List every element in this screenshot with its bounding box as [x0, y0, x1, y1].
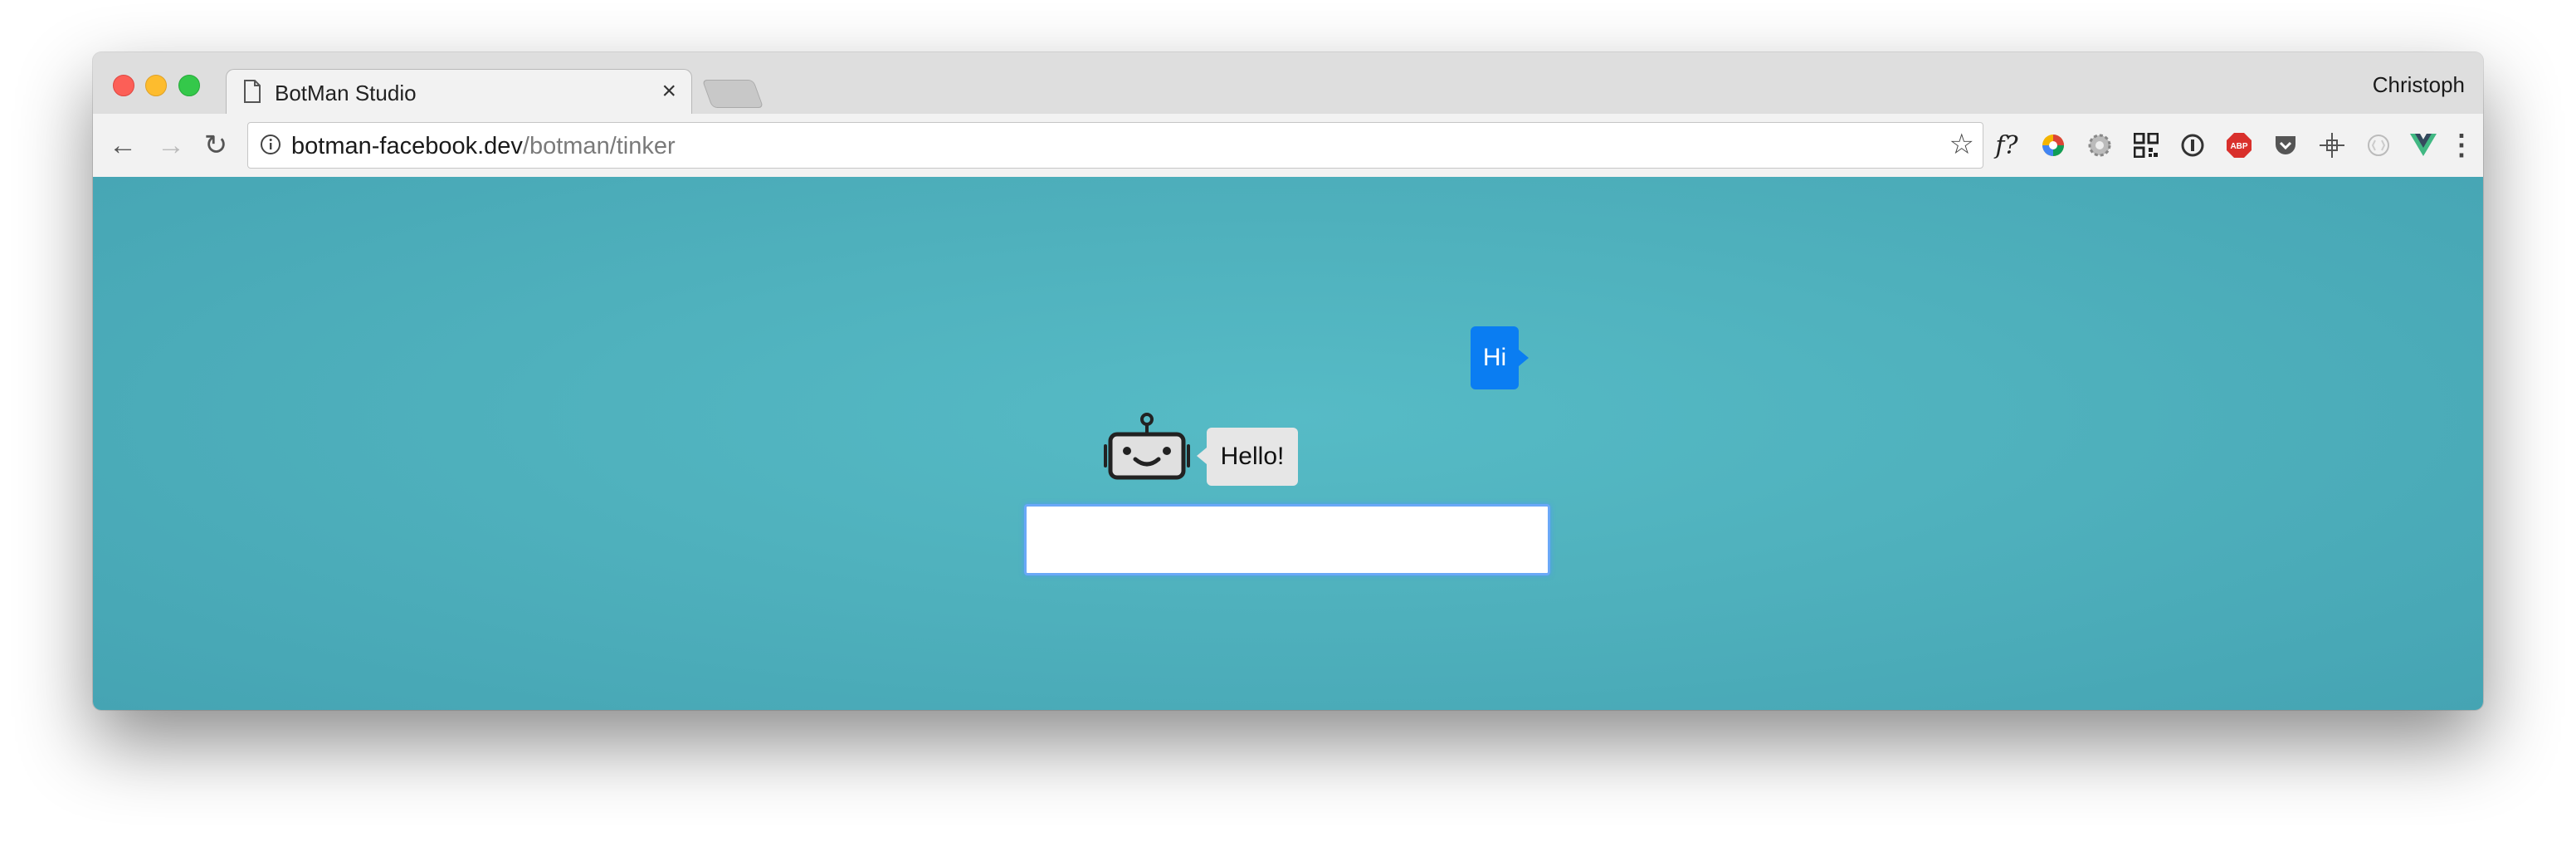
- bookmark-star-icon[interactable]: ☆: [1949, 128, 1974, 161]
- profile-name[interactable]: Christoph: [2373, 72, 2465, 98]
- close-window-button[interactable]: [113, 75, 134, 96]
- tab-botman-studio[interactable]: BotMan Studio ×: [226, 69, 692, 116]
- minimize-window-button[interactable]: [145, 75, 167, 96]
- botman-tinker-page: Hi Hello!: [93, 177, 2483, 710]
- adblock-plus-label: ABP: [2230, 142, 2247, 151]
- browser-toolbar: ← → ↻ botman-facebook.dev/botman/tinker …: [93, 114, 2483, 178]
- browser-menu-icon[interactable]: ⋮: [2445, 129, 2478, 162]
- address-bar[interactable]: botman-facebook.dev/botman/tinker ☆: [247, 122, 1983, 169]
- color-wheel-icon[interactable]: [2037, 129, 2070, 162]
- tab-title: BotMan Studio: [275, 81, 417, 105]
- crosshair-icon[interactable]: [2315, 129, 2349, 162]
- circle-extension-icon[interactable]: [2362, 129, 2395, 162]
- url-host: botman-facebook.dev: [291, 133, 523, 159]
- reload-button[interactable]: ↻: [199, 129, 232, 162]
- message-input[interactable]: [1024, 504, 1550, 575]
- new-tab-button[interactable]: [701, 80, 764, 108]
- browser-window: BotMan Studio × Christoph ← → ↻ botman-f…: [93, 52, 2483, 710]
- title-bar: BotMan Studio × Christoph: [93, 52, 2483, 116]
- function-icon[interactable]: f?: [1990, 129, 2023, 162]
- info-icon[interactable]: [260, 134, 281, 159]
- user-message-bubble: Hi: [1471, 326, 1529, 389]
- page-icon: [243, 80, 261, 107]
- gear-extension-icon[interactable]: [2083, 129, 2116, 162]
- robot-avatar-icon: [1104, 413, 1190, 487]
- tab-close-icon[interactable]: ×: [661, 77, 676, 105]
- maximize-window-button[interactable]: [178, 75, 200, 96]
- back-button[interactable]: ←: [106, 129, 139, 162]
- bot-message-bubble: Hello!: [1197, 428, 1298, 486]
- pocket-icon[interactable]: [2269, 129, 2302, 162]
- adblock-plus-icon[interactable]: ABP: [2222, 129, 2256, 162]
- vue-devtools-icon[interactable]: [2407, 129, 2440, 162]
- qr-code-icon[interactable]: [2130, 129, 2163, 162]
- onepassword-icon[interactable]: [2176, 129, 2209, 162]
- forward-button[interactable]: →: [154, 129, 188, 162]
- url-path: /botman/tinker: [522, 133, 676, 159]
- url-text[interactable]: botman-facebook.dev/botman/tinker: [291, 133, 676, 160]
